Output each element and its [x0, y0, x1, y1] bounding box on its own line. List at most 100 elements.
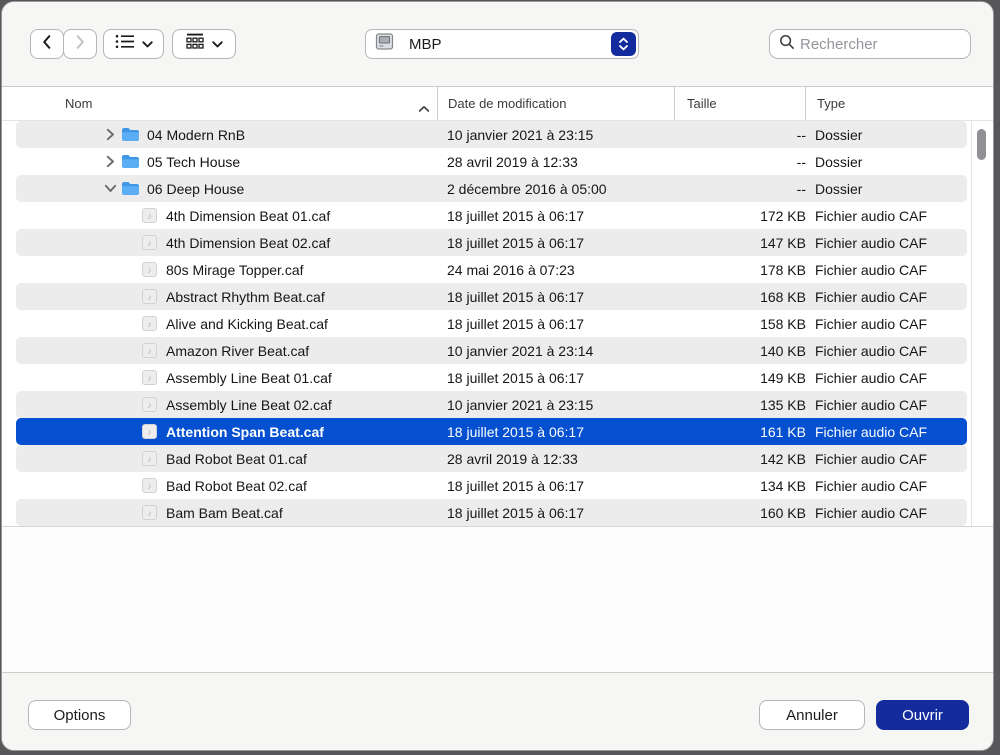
column-header-name[interactable]: Nom	[65, 87, 92, 120]
table-row[interactable]: 05 Tech House 28 avril 2019 à 12:33 -- D…	[16, 148, 967, 175]
column-divider[interactable]	[805, 87, 806, 120]
options-button[interactable]: Options	[28, 700, 131, 730]
location-popup-button[interactable]: MBP	[365, 29, 639, 59]
open-button[interactable]: Ouvrir	[876, 700, 969, 730]
file-type: Fichier audio CAF	[815, 472, 927, 499]
chevron-right-icon	[74, 34, 86, 55]
music-note-glyph: ♪	[147, 265, 152, 275]
file-type: Fichier audio CAF	[815, 364, 927, 391]
music-note-glyph: ♪	[147, 427, 152, 437]
file-type: Fichier audio CAF	[815, 418, 927, 445]
table-row[interactable]: ♪ Alive and Kicking Beat.caf 18 juillet …	[16, 310, 967, 337]
search-field[interactable]	[769, 29, 971, 59]
audio-file-icon: ♪	[142, 316, 157, 331]
folder-icon	[121, 127, 140, 142]
table-row[interactable]: ♪ Bam Bam Beat.caf 18 juillet 2015 à 06:…	[16, 499, 967, 526]
table-row[interactable]: ♪ Amazon River Beat.caf 10 janvier 2021 …	[16, 337, 967, 364]
file-name: Assembly Line Beat 01.caf	[166, 370, 332, 386]
back-button[interactable]	[30, 29, 64, 59]
table-row[interactable]: ♪ Bad Robot Beat 01.caf 28 avril 2019 à …	[16, 445, 967, 472]
table-row[interactable]: ♪ 4th Dimension Beat 02.caf 18 juillet 2…	[16, 229, 967, 256]
file-date: 18 juillet 2015 à 06:17	[447, 364, 584, 391]
table-row[interactable]: ♪ Bad Robot Beat 02.caf 18 juillet 2015 …	[16, 472, 967, 499]
footer-bar: Options Annuler Ouvrir	[2, 672, 993, 750]
popup-chevrons-icon	[611, 32, 636, 56]
name-cell: ♪ 4th Dimension Beat 01.caf	[16, 202, 330, 229]
file-size: 172 KB	[760, 202, 806, 229]
column-divider[interactable]	[674, 87, 675, 120]
table-row[interactable]: ♪ 80s Mirage Topper.caf 24 mai 2016 à 07…	[16, 256, 967, 283]
column-header-type[interactable]: Type	[817, 87, 845, 120]
table-row[interactable]: ♪ Assembly Line Beat 01.caf 18 juillet 2…	[16, 364, 967, 391]
music-note-glyph: ♪	[147, 373, 152, 383]
file-name: 06 Deep House	[147, 181, 244, 197]
forward-button[interactable]	[63, 29, 97, 59]
group-view-icon	[185, 33, 205, 55]
folder-icon	[121, 154, 140, 169]
file-type: Fichier audio CAF	[815, 499, 927, 526]
name-cell: 05 Tech House	[16, 148, 240, 175]
table-row[interactable]: 06 Deep House 2 décembre 2016 à 05:00 --…	[16, 175, 967, 202]
search-icon	[779, 34, 795, 55]
column-header-size[interactable]: Taille	[687, 87, 717, 120]
file-name: 80s Mirage Topper.caf	[166, 262, 304, 278]
disclosure-chevron-icon[interactable]	[106, 155, 121, 168]
music-note-glyph: ♪	[147, 346, 152, 356]
audio-file-icon: ♪	[142, 235, 157, 250]
table-row[interactable]: ♪ Attention Span Beat.caf 18 juillet 201…	[16, 418, 967, 445]
file-date: 18 juillet 2015 à 06:17	[447, 499, 584, 526]
audio-file-icon: ♪	[142, 289, 157, 304]
list-view-icon	[115, 34, 135, 54]
music-note-glyph: ♪	[147, 211, 152, 221]
table-row[interactable]: ♪ 4th Dimension Beat 01.caf 18 juillet 2…	[16, 202, 967, 229]
sort-ascending-icon	[418, 100, 430, 118]
search-input[interactable]	[800, 36, 970, 53]
file-type: Fichier audio CAF	[815, 310, 927, 337]
computer-icon	[375, 33, 394, 56]
file-date: 18 juillet 2015 à 06:17	[447, 229, 584, 256]
file-size: 178 KB	[760, 256, 806, 283]
scrollbar-track[interactable]	[971, 121, 993, 526]
file-size: 142 KB	[760, 445, 806, 472]
chevron-down-icon	[212, 35, 223, 53]
table-row[interactable]: ♪ Abstract Rhythm Beat.caf 18 juillet 20…	[16, 283, 967, 310]
column-header-date[interactable]: Date de modification	[448, 87, 567, 120]
audio-file-icon: ♪	[142, 397, 157, 412]
file-size: 135 KB	[760, 391, 806, 418]
column-divider[interactable]	[437, 87, 438, 120]
file-name: Amazon River Beat.caf	[166, 343, 309, 359]
cancel-button[interactable]: Annuler	[759, 700, 865, 730]
file-type: Fichier audio CAF	[815, 337, 927, 364]
file-name: Attention Span Beat.caf	[166, 424, 324, 440]
file-date: 18 juillet 2015 à 06:17	[447, 310, 584, 337]
audio-file-icon: ♪	[142, 262, 157, 277]
view-as-list-dropdown[interactable]	[103, 29, 164, 59]
name-cell: ♪ Alive and Kicking Beat.caf	[16, 310, 328, 337]
scrollbar-thumb[interactable]	[977, 129, 986, 160]
group-by-dropdown[interactable]	[172, 29, 236, 59]
name-cell: ♪ Amazon River Beat.caf	[16, 337, 309, 364]
file-date: 28 avril 2019 à 12:33	[447, 445, 578, 472]
file-name: Bam Bam Beat.caf	[166, 505, 283, 521]
file-type: Fichier audio CAF	[815, 445, 927, 472]
file-date: 10 janvier 2021 à 23:15	[447, 121, 593, 148]
table-row[interactable]: ♪ Assembly Line Beat 02.caf 10 janvier 2…	[16, 391, 967, 418]
file-date: 10 janvier 2021 à 23:14	[447, 337, 593, 364]
file-date: 2 décembre 2016 à 05:00	[447, 175, 607, 202]
disclosure-chevron-icon[interactable]	[106, 128, 121, 141]
file-size: 161 KB	[760, 418, 806, 445]
file-type: Dossier	[815, 175, 862, 202]
audio-file-icon: ♪	[142, 208, 157, 223]
name-cell: ♪ Assembly Line Beat 01.caf	[16, 364, 332, 391]
file-type: Fichier audio CAF	[815, 229, 927, 256]
music-note-glyph: ♪	[147, 454, 152, 464]
file-date: 24 mai 2016 à 07:23	[447, 256, 575, 283]
music-note-glyph: ♪	[147, 292, 152, 302]
table-row[interactable]: 04 Modern RnB 10 janvier 2021 à 23:15 --…	[16, 121, 967, 148]
file-date: 10 janvier 2021 à 23:15	[447, 391, 593, 418]
disclosure-chevron-icon[interactable]	[106, 182, 121, 195]
file-name: 4th Dimension Beat 01.caf	[166, 208, 330, 224]
file-type: Dossier	[815, 148, 862, 175]
file-size: --	[797, 121, 806, 148]
music-note-glyph: ♪	[147, 238, 152, 248]
